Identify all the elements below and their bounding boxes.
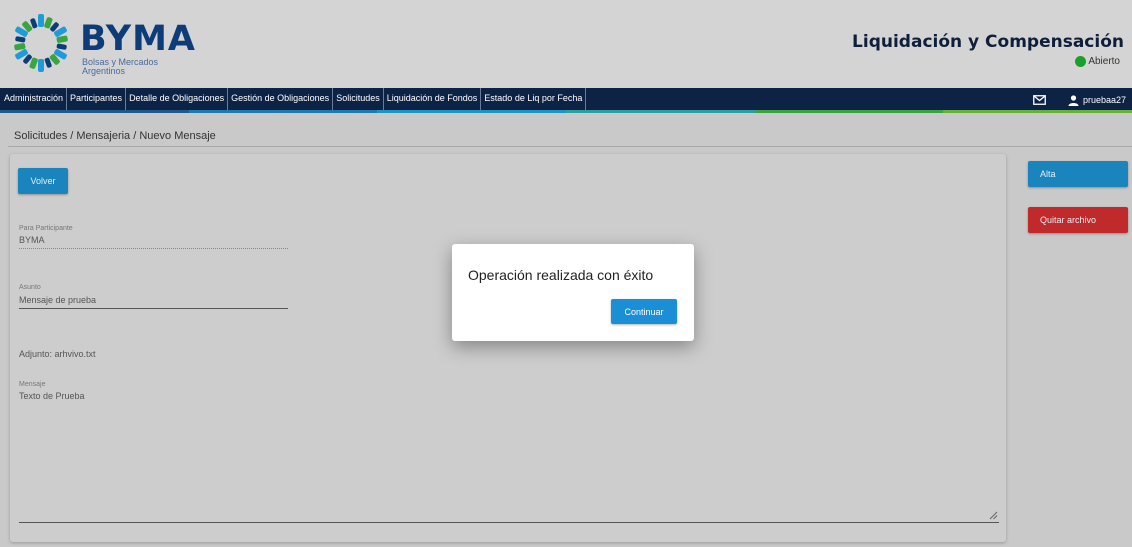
nav-item-solicitudes[interactable]: Solicitudes	[333, 88, 384, 112]
envelope-icon[interactable]	[1033, 95, 1046, 105]
continue-button[interactable]: Continuar	[611, 299, 677, 324]
nav-item-participantes[interactable]: Participantes	[67, 88, 127, 112]
attachment-text: Adjunto: arhvivo.txt	[19, 349, 96, 359]
participant-field-underline	[19, 248, 288, 249]
market-status: Abierto	[1075, 56, 1120, 67]
subject-field-underline	[19, 308, 288, 309]
message-textarea[interactable]: Texto de Prueba	[19, 391, 85, 401]
message-label: Mensaje	[19, 381, 46, 388]
navbar-right: pruebaa27	[1033, 88, 1126, 112]
subject-label: Asunto	[19, 284, 41, 291]
app-header: BYMA Bolsas y Mercados Argentinos Liquid…	[0, 0, 1132, 88]
brand-name: BYMA	[80, 19, 197, 59]
brand-subtitle-line2: Argentinos	[82, 66, 126, 76]
participant-field[interactable]: BYMA	[19, 235, 45, 245]
back-button[interactable]: Volver	[18, 168, 68, 194]
nav-item-gestion-obligaciones[interactable]: Gestión de Obligaciones	[228, 88, 334, 112]
subject-field[interactable]: Mensaje de prueba	[19, 295, 96, 305]
byma-logo-icon	[14, 14, 68, 72]
message-textarea-underline	[19, 522, 999, 523]
alta-button[interactable]: Alta	[1028, 161, 1128, 187]
color-stripe	[0, 110, 1132, 113]
success-dialog: Operación realizada con éxito Continuar	[452, 244, 694, 341]
breadcrumb: Solicitudes / Mensajeria / Nuevo Mensaje	[14, 130, 216, 142]
nav-item-detalle-obligaciones[interactable]: Detalle de Obligaciones	[126, 88, 229, 112]
user-menu[interactable]: pruebaa27	[1068, 94, 1126, 106]
user-name: pruebaa27	[1082, 95, 1126, 105]
nav-item-administracion[interactable]: Administración	[0, 88, 68, 112]
main-navbar: Administración Participantes Detalle de …	[0, 88, 1132, 112]
app-title: Liquidación y Compensación	[852, 32, 1124, 52]
status-dot-icon	[1075, 56, 1087, 67]
user-icon	[1068, 94, 1079, 106]
participant-label: Para Participante	[19, 225, 73, 232]
remove-file-button[interactable]: Quitar archivo	[1028, 207, 1128, 233]
success-message: Operación realizada con éxito	[468, 267, 654, 283]
resize-handle-icon[interactable]	[988, 510, 998, 520]
nav-item-liquidacion-fondos[interactable]: Liquidación de Fondos	[384, 88, 482, 112]
nav-item-estado-liq-fecha[interactable]: Estado de Liq por Fecha	[481, 88, 587, 112]
breadcrumb-bar: Solicitudes / Mensajeria / Nuevo Mensaje	[8, 126, 1132, 147]
message-form-panel: Volver Para Participante BYMA Asunto Men…	[10, 154, 1006, 542]
status-label: Abierto	[1088, 56, 1120, 67]
